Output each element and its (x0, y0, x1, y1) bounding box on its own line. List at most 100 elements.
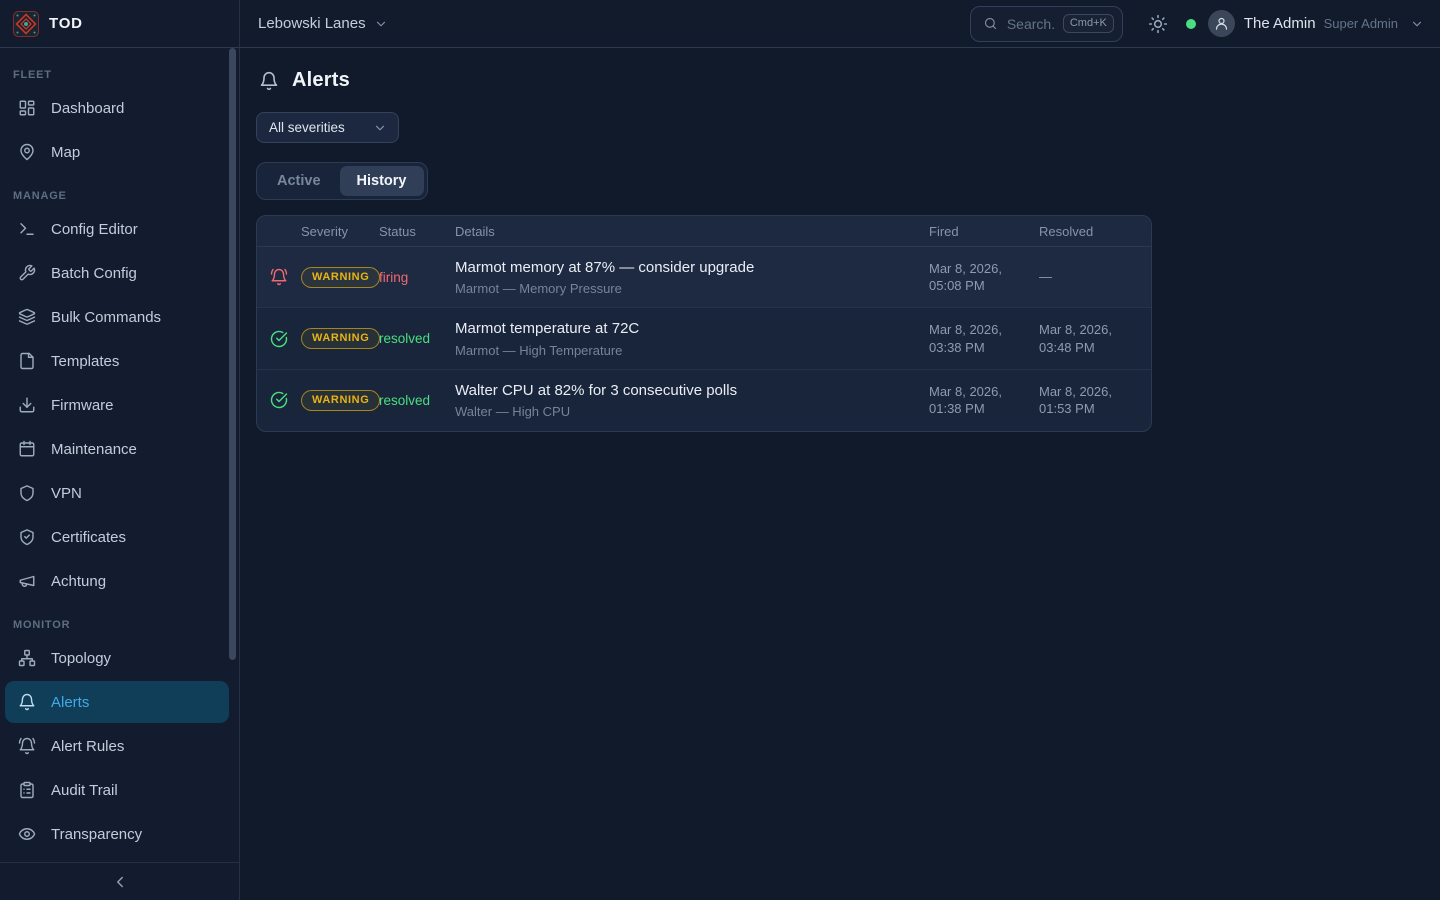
map-pin-icon (18, 143, 36, 161)
sidebar-item-batch-config[interactable]: Batch Config (5, 252, 229, 294)
alert-subtitle: Marmot — High Temperature (455, 343, 919, 358)
topbar-main: Lebowski Lanes Cmd+K The Admin (240, 0, 1440, 47)
search-input[interactable] (1007, 16, 1054, 32)
tab-history[interactable]: History (340, 166, 424, 196)
tod-logo-icon (13, 11, 39, 37)
megaphone-icon (18, 572, 36, 590)
check-circle-icon (270, 330, 288, 348)
online-status-dot (1186, 19, 1196, 29)
status-label: resolved (379, 393, 455, 408)
sidebar-item-templates[interactable]: Templates (5, 340, 229, 382)
sidebar-section-label: MANAGE (13, 190, 233, 202)
check-circle-icon (270, 391, 288, 409)
severity-filter-value: All severities (269, 120, 345, 135)
column-header-fired: Fired (929, 224, 1039, 239)
resolved-timestamp: Mar 8, 2026, 03:48 PM (1039, 321, 1151, 356)
download-icon (18, 396, 36, 414)
table-row[interactable]: WARNING resolved Walter CPU at 82% for 3… (257, 370, 1151, 431)
sidebar-item-alerts[interactable]: Alerts (5, 681, 229, 723)
severity-badge: WARNING (301, 267, 380, 288)
sidebar-item-firmware[interactable]: Firmware (5, 384, 229, 426)
fired-timestamp: Mar 8, 2026, 03:38 PM (929, 321, 1039, 356)
alerts-tabs: ActiveHistory (256, 162, 428, 200)
column-header-resolved: Resolved (1039, 224, 1151, 239)
sidebar-section-label: FLEET (13, 69, 233, 81)
sidebar-collapse-button[interactable] (111, 873, 129, 891)
sidebar-item-map[interactable]: Map (5, 131, 229, 173)
dashboard-icon (18, 99, 36, 117)
page-title: Alerts (292, 69, 350, 92)
chevron-left-icon (111, 873, 129, 891)
sidebar-item-certificates[interactable]: Certificates (5, 516, 229, 558)
chevron-down-icon (1410, 17, 1424, 31)
chevron-down-icon (373, 121, 387, 135)
column-header-status: Status (379, 224, 455, 239)
sidebar-item-vpn[interactable]: VPN (5, 472, 229, 514)
alert-title: Walter CPU at 82% for 3 consecutive poll… (455, 381, 919, 401)
layers-icon (18, 308, 36, 326)
severity-filter-select[interactable]: All severities (256, 112, 399, 143)
search-box[interactable]: Cmd+K (970, 6, 1123, 42)
file-icon (18, 352, 36, 370)
sidebar-section: MONITOR Topology Alerts Alert Rules Audi… (0, 619, 233, 855)
sidebar-section-label: MONITOR (13, 619, 233, 631)
table-row[interactable]: WARNING firing Marmot memory at 87% — co… (257, 247, 1151, 308)
app-root: TOD Lebowski Lanes Cmd+K (0, 0, 1440, 900)
bell-icon (18, 693, 36, 711)
sidebar-item-alert-rules[interactable]: Alert Rules (5, 725, 229, 767)
chevron-down-icon (374, 17, 388, 31)
bell-ring-icon (270, 268, 288, 286)
alerts-table: Severity Status Details Fired Resolved W… (256, 215, 1152, 432)
tab-active[interactable]: Active (260, 166, 338, 196)
severity-badge: WARNING (301, 390, 380, 411)
alert-subtitle: Marmot — Memory Pressure (455, 281, 919, 296)
sidebar-item-config-editor[interactable]: Config Editor (5, 208, 229, 250)
shield-check-icon (18, 528, 36, 546)
clipboard-list-icon (18, 781, 36, 799)
sidebar-section: MANAGE Config Editor Batch Config Bulk C… (0, 190, 233, 602)
sidebar-item-bulk-commands[interactable]: Bulk Commands (5, 296, 229, 338)
sidebar-item-maintenance[interactable]: Maintenance (5, 428, 229, 470)
alert-title: Marmot memory at 87% — consider upgrade (455, 258, 919, 278)
sidebar-footer (0, 862, 239, 900)
column-header-details: Details (455, 224, 929, 239)
avatar[interactable] (1208, 10, 1235, 37)
sidebar-item-audit-trail[interactable]: Audit Trail (5, 769, 229, 811)
column-header-severity: Severity (301, 224, 379, 239)
alert-subtitle: Walter — High CPU (455, 404, 919, 419)
bell-icon (259, 71, 279, 91)
sidebar-section: FLEET Dashboard Map (0, 69, 233, 173)
app-title: TOD (49, 15, 83, 32)
table-body: WARNING firing Marmot memory at 87% — co… (257, 247, 1151, 431)
topbar: TOD Lebowski Lanes Cmd+K (0, 0, 1440, 48)
main-content: Alerts All severities ActiveHistory Seve… (240, 48, 1440, 900)
alert-title: Marmot temperature at 72C (455, 319, 919, 339)
calendar-icon (18, 440, 36, 458)
table-row[interactable]: WARNING resolved Marmot temperature at 7… (257, 308, 1151, 369)
page-header: Alerts (259, 69, 1424, 92)
table-header: Severity Status Details Fired Resolved (257, 216, 1151, 247)
org-selector[interactable]: Lebowski Lanes (258, 15, 388, 32)
brand: TOD (0, 0, 240, 47)
sidebar-item-topology[interactable]: Topology (5, 637, 229, 679)
terminal-icon (18, 220, 36, 238)
user-role: Super Admin (1324, 16, 1398, 31)
user-icon (1214, 16, 1229, 31)
sidebar-scrollbar[interactable] (229, 48, 236, 660)
severity-badge: WARNING (301, 328, 380, 349)
status-label: firing (379, 270, 455, 285)
topbar-right: Cmd+K The Admin Super Admin (970, 6, 1424, 42)
sidebar: FLEET Dashboard Map MANAGE Config Editor… (0, 48, 240, 900)
resolved-timestamp: — (1039, 268, 1151, 286)
sun-icon (1148, 14, 1168, 34)
sidebar-item-dashboard[interactable]: Dashboard (5, 87, 229, 129)
org-selector-label: Lebowski Lanes (258, 15, 366, 32)
sidebar-item-transparency[interactable]: Transparency (5, 813, 229, 855)
network-icon (18, 649, 36, 667)
sidebar-item-achtung[interactable]: Achtung (5, 560, 229, 602)
status-label: resolved (379, 331, 455, 346)
user-menu[interactable]: The Admin Super Admin (1244, 15, 1424, 32)
wrench-icon (18, 264, 36, 282)
theme-toggle-button[interactable] (1148, 14, 1168, 34)
eye-icon (18, 825, 36, 843)
